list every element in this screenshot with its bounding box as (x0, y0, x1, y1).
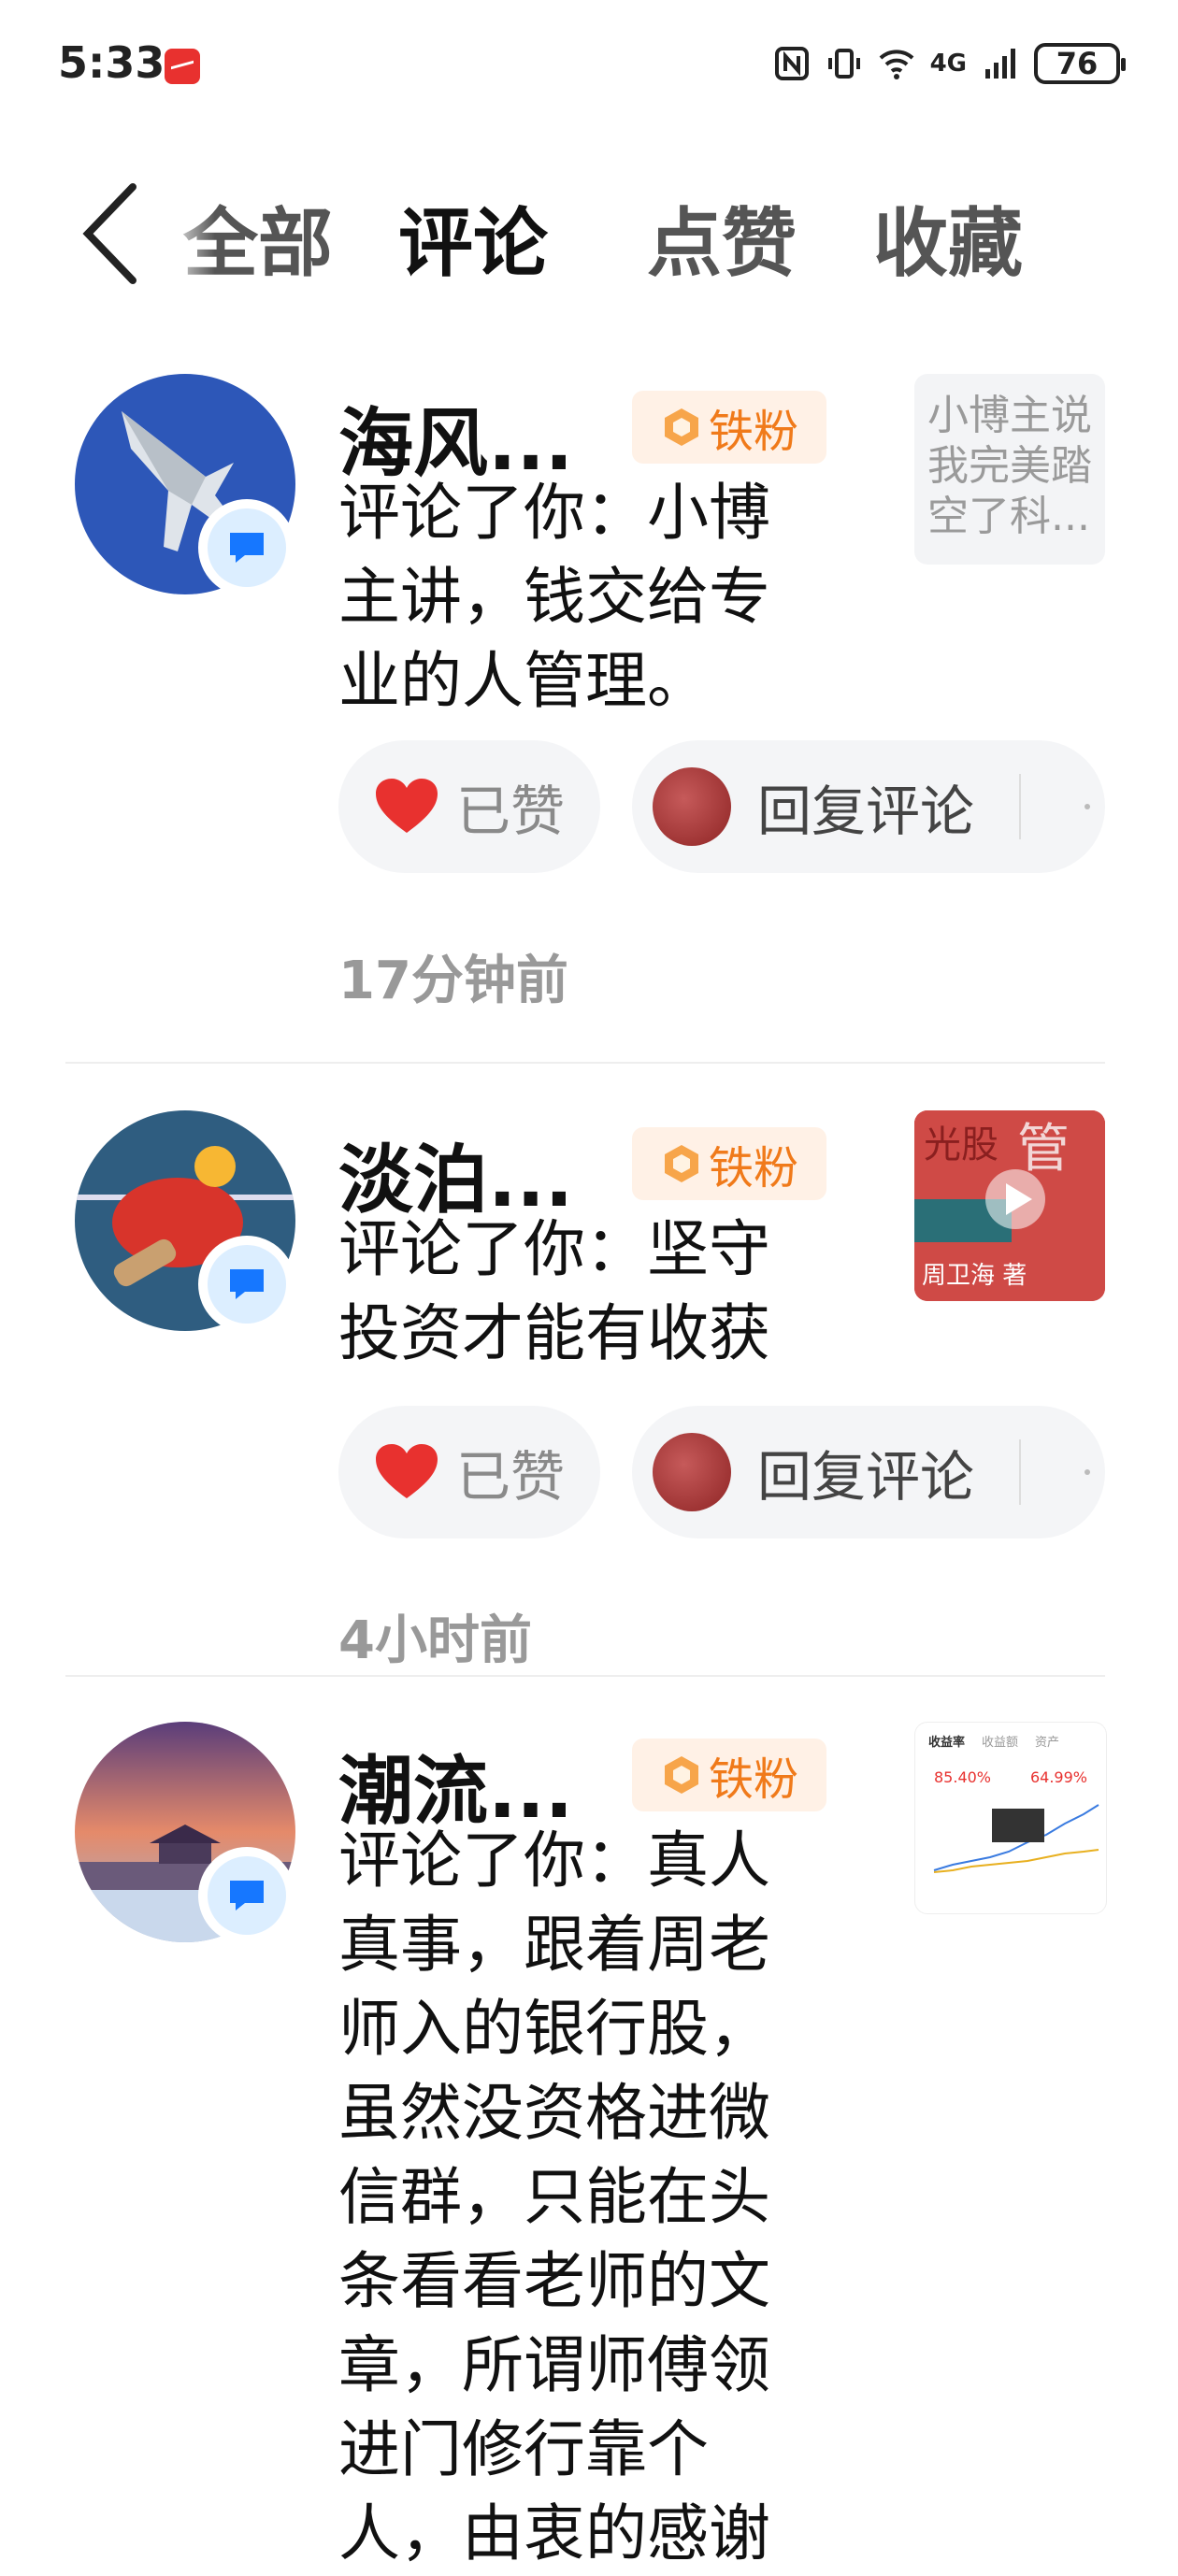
battery-indicator: 76 (1034, 43, 1126, 84)
fan-badge-icon (664, 408, 698, 446)
comment-badge (198, 499, 295, 596)
status-time: 5:33 (58, 37, 165, 88)
fan-badge-label: 铁粉 (708, 1142, 798, 1195)
nfc-icon (774, 47, 809, 80)
thumbnail-text: 小博主说我完美踏空了科... (927, 392, 1092, 540)
network-type: 4G (929, 50, 967, 78)
fan-badge-icon (664, 1145, 698, 1182)
tab-comments[interactable]: 评论 (398, 183, 548, 292)
status-bar: 5:33 4G 76 (0, 0, 1178, 140)
fan-badge-label: 铁粉 (708, 1753, 798, 1806)
comment-badge (198, 1847, 295, 1944)
comment-text[interactable]: 评论了你：小博 主讲，钱交给专 业的人管理。 (338, 471, 843, 723)
thumbnail-values: 85.40% 64.99% (934, 1768, 1087, 1786)
my-avatar (653, 767, 731, 846)
liked-label: 已赞 (455, 1445, 565, 1509)
signal-icon (985, 49, 1015, 79)
video-caption: 周卫海 著 (922, 1262, 1027, 1290)
message-icon (230, 1269, 264, 1299)
liked-label: 已赞 (455, 780, 565, 843)
post-thumbnail[interactable]: 小博主说我完美踏空了科... (914, 374, 1105, 565)
tab-fade-overlay (150, 178, 215, 280)
divider (65, 1675, 1105, 1677)
back-arrow-icon[interactable] (73, 178, 148, 290)
svg-text:光股: 光股 (924, 1123, 998, 1166)
wifi-icon (879, 50, 913, 79)
time-ago: 4小时前 (338, 1610, 532, 1671)
app-notification-icon (165, 49, 200, 84)
comment-text[interactable]: 评论了你：坚守 投资才能有收获 (338, 1208, 843, 1376)
more-dot (1085, 804, 1091, 809)
video-thumbnail[interactable]: 光股 管 周卫海 著 (914, 1110, 1105, 1301)
reply-separator (1019, 1439, 1022, 1505)
thumbnail-tabs: 收益率 收益额 资产 (928, 1736, 1060, 1750)
comment-text[interactable]: 评论了你：真人 真事，跟着周老 师入的银行股， 虽然没资格进微 信群，只能在头 … (338, 1819, 843, 2576)
reply-comment-button[interactable]: 回复评论 (632, 1406, 1105, 1538)
tab-likes[interactable]: 点赞 (647, 183, 797, 292)
fan-badge-icon (664, 1756, 698, 1794)
fan-badge: 铁粉 (632, 1739, 826, 1811)
svg-text:管: 管 (1017, 1119, 1070, 1180)
time-ago: 17分钟前 (338, 951, 568, 1011)
fan-badge-label: 铁粉 (708, 406, 798, 458)
reply-separator (1019, 774, 1022, 839)
liked-button[interactable]: 已赞 (338, 1406, 600, 1538)
liked-button[interactable]: 已赞 (338, 740, 600, 873)
tab-favorites[interactable]: 收藏 (873, 183, 1023, 292)
status-icons: 4G 76 (773, 43, 1126, 84)
mini-line-chart (933, 1804, 1099, 1873)
reply-comment-button[interactable]: 回复评论 (632, 740, 1105, 873)
heart-icon (375, 779, 438, 833)
reply-label: 回复评论 (757, 1445, 975, 1509)
tab-header: 全部 评论 点赞 收藏 (0, 140, 1178, 308)
message-icon (230, 1881, 264, 1911)
chart-thumbnail[interactable]: 收益率 收益额 资产 85.40% 64.99% (914, 1722, 1107, 1914)
fan-badge: 铁粉 (632, 391, 826, 464)
heart-icon (375, 1444, 438, 1498)
message-icon (230, 533, 264, 563)
more-dot (1085, 1469, 1091, 1475)
comment-badge (198, 1236, 295, 1333)
divider (65, 1062, 1105, 1064)
vibrate-icon (827, 49, 860, 79)
my-avatar (653, 1433, 731, 1511)
fan-badge: 铁粉 (632, 1127, 826, 1200)
reply-label: 回复评论 (757, 780, 975, 843)
